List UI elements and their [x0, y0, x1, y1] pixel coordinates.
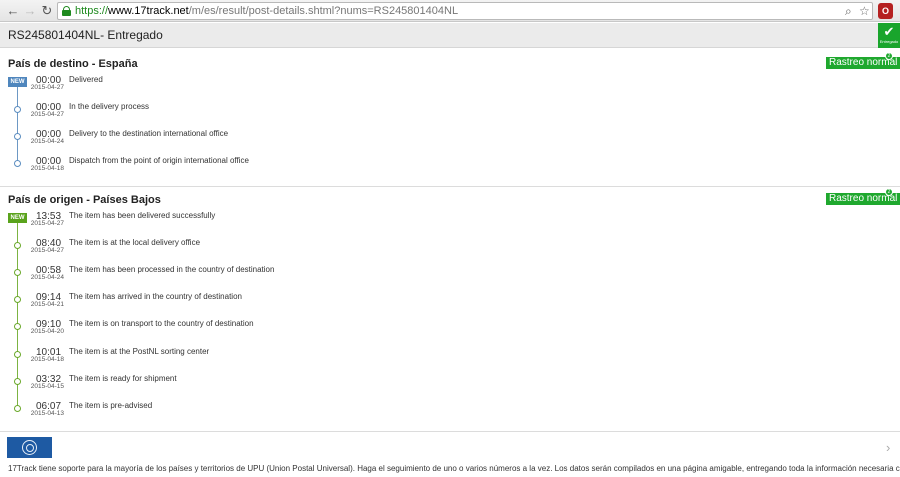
- timeline-dot: [14, 269, 21, 276]
- event-description: The item has arrived in the country of d…: [69, 292, 242, 301]
- delivered-status-box: ✔ Entregado: [878, 23, 900, 48]
- event-date: 2015-04-27: [30, 247, 64, 254]
- event-date: 2015-04-20: [30, 328, 64, 335]
- timeline-dot: [14, 351, 21, 358]
- event-description: The item is at the PostNL sorting center: [69, 347, 210, 356]
- back-arrow-icon[interactable]: ←: [5, 3, 21, 19]
- reload-icon[interactable]: ↻: [39, 3, 55, 19]
- magnifier-icon[interactable]: ⌕: [845, 4, 852, 18]
- event-description: The item is pre-advised: [69, 401, 153, 410]
- event-date: 2015-04-27: [30, 220, 64, 227]
- event-description: The item is at the local delivery office: [69, 238, 201, 247]
- event-description: In the delivery process: [69, 102, 150, 111]
- footer-description: 17Track tiene soporte para la mayoría de…: [8, 464, 900, 473]
- origin-new-tag: NEW: [8, 213, 27, 223]
- timeline-dot: [14, 378, 21, 385]
- url-scheme: https://: [75, 5, 109, 17]
- url-path: /m/es/result/post-details.shtml?nums=RS2…: [188, 5, 459, 17]
- destination-rastreo-badge: 2: [885, 52, 893, 60]
- lock-icon: [62, 6, 71, 16]
- timeline-dot: [14, 296, 21, 303]
- page-header: RS245801404NL- Entregado ✔ Entregado: [0, 23, 900, 48]
- bookmark-star-icon[interactable]: ☆: [859, 4, 870, 18]
- status-label: Entregado: [879, 39, 899, 44]
- timeline-dot: [14, 160, 21, 167]
- forward-arrow-icon[interactable]: →: [22, 3, 38, 19]
- upu-logo[interactable]: [7, 437, 52, 458]
- event-description: The item is ready for shipment: [69, 374, 177, 383]
- event-description: Delivery to the destination internationa…: [69, 129, 229, 138]
- destination-new-tag: NEW: [8, 77, 27, 87]
- event-date: 2015-04-13: [30, 410, 64, 417]
- event-date: 2015-04-15: [30, 383, 64, 390]
- timeline-dot: [14, 133, 21, 140]
- event-description: The item is on transport to the country …: [69, 319, 254, 328]
- timeline-dot: [14, 106, 21, 113]
- origin-title: País de origen - Países Bajos: [8, 194, 161, 206]
- event-description: Delivered: [69, 75, 103, 84]
- origin-rastreo-badge: 2: [885, 188, 893, 196]
- browser-toolbar: ← → ↻ https://www.17track.net/m/es/resul…: [0, 0, 900, 22]
- event-date: 2015-04-21: [30, 301, 64, 308]
- url-host: www.17track.net: [108, 5, 189, 17]
- checkmark-icon: ✔: [883, 24, 895, 39]
- event-description: Dispatch from the point of origin intern…: [69, 156, 249, 165]
- event-date: 2015-04-27: [30, 84, 64, 91]
- destination-timeline-line: [17, 86, 18, 164]
- upu-emblem-icon: [22, 440, 37, 455]
- event-date: 2015-04-27: [30, 111, 64, 118]
- event-date: 2015-04-24: [30, 138, 64, 145]
- destination-title: País de destino - España: [8, 58, 138, 70]
- timeline-dot: [14, 242, 21, 249]
- page-title: RS245801404NL- Entregado: [8, 28, 163, 42]
- event-date: 2015-04-24: [30, 274, 64, 281]
- extension-icon[interactable]: O: [878, 3, 893, 19]
- event-date: 2015-04-18: [30, 165, 64, 172]
- address-url[interactable]: https://www.17track.net/m/es/result/post…: [75, 5, 458, 18]
- timeline-dot: [14, 323, 21, 330]
- section-divider: [0, 431, 900, 432]
- event-date: 2015-04-18: [30, 356, 64, 363]
- event-description: The item has been processed in the count…: [69, 265, 275, 274]
- chevron-right-icon[interactable]: ›: [886, 440, 890, 455]
- event-description: The item has been delivered successfully: [69, 211, 216, 220]
- address-bar[interactable]: https://www.17track.net/m/es/result/post…: [57, 2, 873, 20]
- timeline-dot: [14, 405, 21, 412]
- section-divider: [0, 186, 900, 187]
